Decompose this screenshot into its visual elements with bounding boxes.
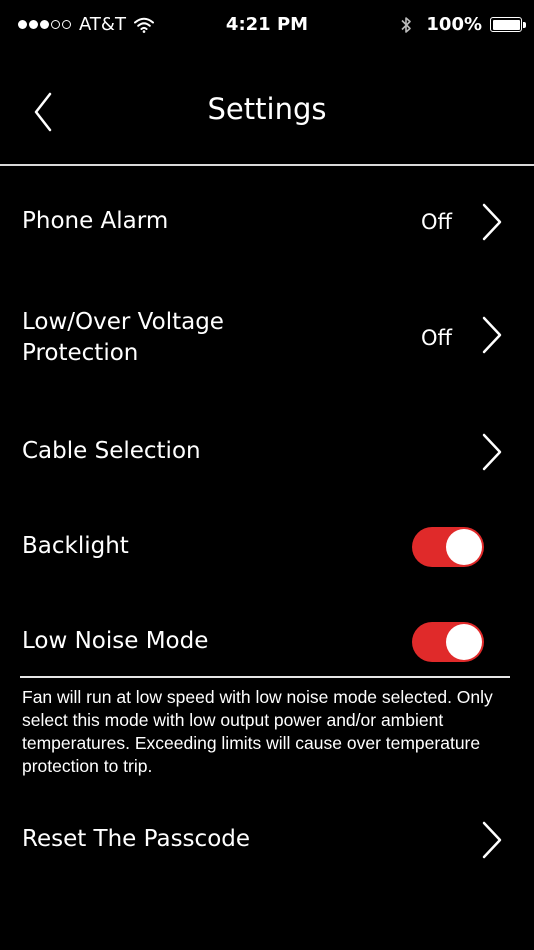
battery-fill <box>492 19 520 30</box>
toggle-knob <box>446 624 482 660</box>
chevron-right-icon <box>482 316 502 354</box>
phone-alarm-row[interactable]: Phone Alarm Off <box>0 192 534 252</box>
toggle-knob <box>446 529 482 565</box>
low-noise-mode-label: Low Noise Mode <box>22 628 209 654</box>
low-noise-mode-row: Low Noise Mode <box>0 612 534 672</box>
low-noise-mode-description: Fan will run at low speed with low noise… <box>22 687 493 776</box>
page-title: Settings <box>207 92 327 126</box>
battery-nub <box>523 21 526 28</box>
bluetooth-icon <box>401 16 412 33</box>
reset-passcode-label: Reset The Passcode <box>22 826 251 852</box>
section-divider <box>20 676 510 678</box>
voltage-protection-label-line1: Low/Over Voltage <box>22 309 224 335</box>
voltage-protection-value: Off <box>421 326 452 350</box>
navigation-bar: Settings <box>0 52 534 166</box>
backlight-row: Backlight <box>0 517 534 577</box>
voltage-protection-label: Low/Over Voltage Protection <box>22 307 224 369</box>
battery-percentage: 100% <box>426 14 482 35</box>
status-right: 100% <box>400 14 526 35</box>
header-divider <box>0 164 534 166</box>
backlight-toggle[interactable] <box>412 527 484 567</box>
backlight-label: Backlight <box>22 533 129 559</box>
reset-passcode-row[interactable]: Reset The Passcode <box>0 810 534 870</box>
voltage-protection-label-line2: Protection <box>22 340 139 366</box>
chevron-right-icon <box>482 433 502 471</box>
cable-selection-row[interactable]: Cable Selection <box>0 422 534 482</box>
chevron-right-icon <box>482 821 502 859</box>
phone-alarm-value: Off <box>421 210 452 234</box>
phone-alarm-label: Phone Alarm <box>22 208 169 234</box>
low-noise-mode-toggle[interactable] <box>412 622 484 662</box>
status-bar: AT&T 4:21 PM 100% <box>0 0 534 52</box>
voltage-protection-row[interactable]: Low/Over Voltage Protection Off <box>0 300 534 376</box>
cable-selection-label: Cable Selection <box>22 438 201 464</box>
chevron-right-icon <box>482 203 502 241</box>
battery-icon <box>490 17 526 32</box>
